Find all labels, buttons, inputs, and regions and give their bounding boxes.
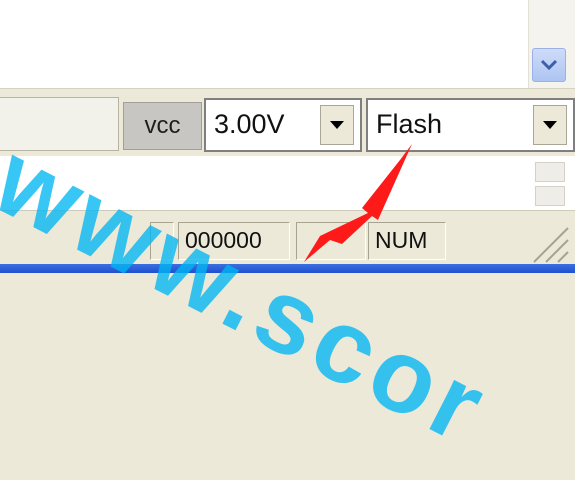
chevron-down-icon <box>540 59 558 71</box>
voltage-select[interactable]: 3.00V <box>204 98 362 152</box>
voltage-dropdown-button[interactable] <box>320 105 354 145</box>
scroll-up-button[interactable] <box>535 162 565 182</box>
scroll-down-button-small[interactable] <box>535 186 565 206</box>
resize-grip-icon[interactable] <box>520 224 570 264</box>
mini-scrollbar[interactable] <box>535 162 565 208</box>
voltage-value: 3.00V <box>214 109 285 139</box>
content-area <box>0 156 575 210</box>
mode-value: Flash <box>376 109 443 139</box>
scroll-down-button[interactable] <box>532 48 566 82</box>
taskbar <box>0 264 575 273</box>
dropdown-arrow-icon <box>543 121 557 129</box>
toolbar-field[interactable] <box>0 97 119 151</box>
mode-dropdown-button[interactable] <box>533 105 567 145</box>
status-counter: 000000 <box>178 222 290 260</box>
dropdown-arrow-icon <box>330 121 344 129</box>
num-lock-indicator: NUM <box>368 222 446 260</box>
vcc-button[interactable]: vcc <box>123 102 202 150</box>
mode-select[interactable]: Flash <box>366 98 575 152</box>
output-area <box>0 0 575 88</box>
status-panel-blank <box>296 222 366 260</box>
status-panel-blank <box>150 222 174 260</box>
